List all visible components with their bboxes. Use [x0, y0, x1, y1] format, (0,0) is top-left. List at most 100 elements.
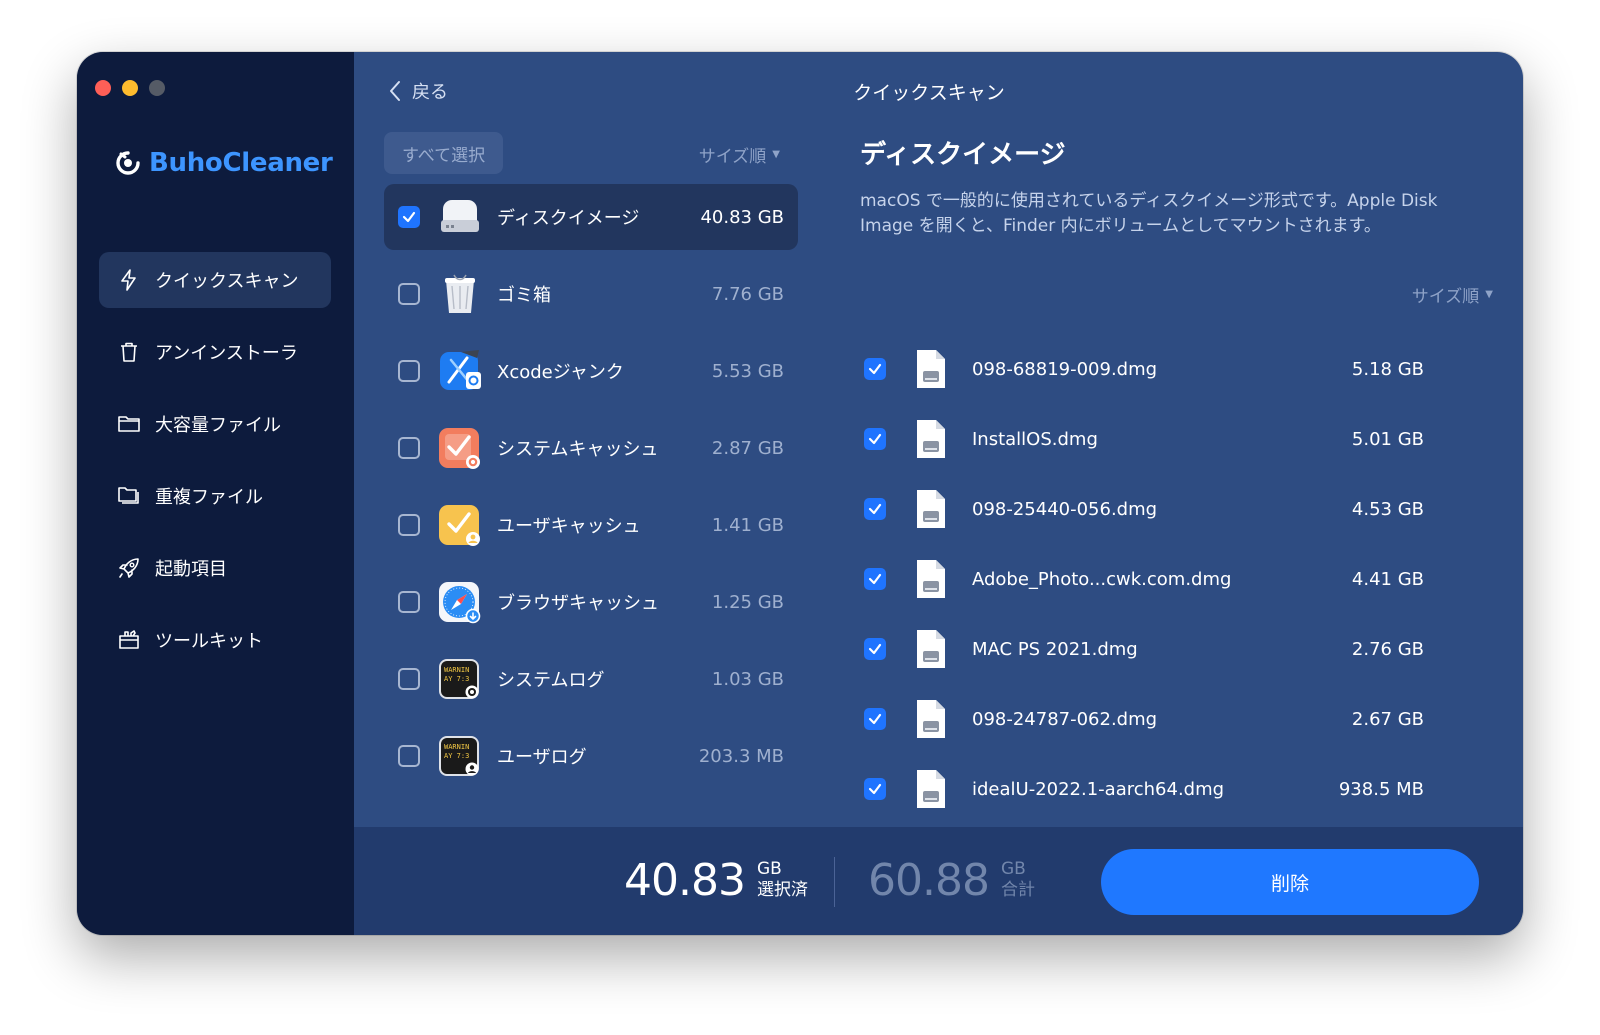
- sort-label: サイズ順: [1411, 287, 1480, 307]
- file-checkbox[interactable]: [864, 428, 886, 450]
- sidebar-item-uninstaller[interactable]: アンインストーラ: [99, 324, 331, 380]
- file-row[interactable]: 098-24787-062.dmg 2.67 GB: [860, 684, 1450, 754]
- rocket-icon: [119, 558, 139, 578]
- category-checkbox[interactable]: [398, 591, 420, 613]
- list-toolbar: すべて選択 サイズ順 ▼: [384, 132, 798, 176]
- file-size: 938.5 MB: [1338, 778, 1424, 800]
- file-list: 098-68819-009.dmg 5.18 GB InstallOS.dmg …: [860, 334, 1450, 824]
- category-size: 40.83 GB: [700, 206, 784, 228]
- category-size: 1.25 GB: [711, 591, 784, 613]
- dmg-file-icon: [914, 489, 948, 529]
- category-size: 7.76 GB: [711, 283, 784, 305]
- file-sort-dropdown[interactable]: サイズ順 ▼: [1412, 282, 1493, 307]
- sidebar-item-label: 重複ファイル: [155, 487, 263, 508]
- category-row-xcode-junk[interactable]: Xcodeジャンク 5.53 GB: [384, 338, 798, 404]
- category-row-system-log[interactable]: WARNIN AY 7:3 システムログ 1.03 GB: [384, 646, 798, 712]
- category-checkbox[interactable]: [398, 283, 420, 305]
- select-all-button[interactable]: すべて選択: [384, 132, 504, 174]
- duplicate-folder-icon: [118, 487, 139, 504]
- category-row-system-cache[interactable]: システムキャッシュ 2.87 GB: [384, 415, 798, 481]
- category-checkbox[interactable]: [398, 437, 420, 459]
- user-log-icon: WARNIN AY 7:3: [437, 733, 483, 779]
- sidebar-item-toolkit[interactable]: ツールキット: [99, 612, 331, 668]
- file-row[interactable]: 098-68819-009.dmg 5.18 GB: [860, 334, 1450, 404]
- chevron-left-icon: [390, 81, 400, 101]
- bottom-bar: 40.83 GB 選択済 60.88 GB 合計 削除: [354, 827, 1523, 935]
- file-size: 4.41 GB: [1351, 568, 1424, 590]
- app-logo: BuhoCleaner: [115, 148, 333, 178]
- category-checkbox[interactable]: [398, 360, 420, 382]
- zoom-window-button[interactable]: [149, 80, 165, 96]
- xcode-icon: [437, 348, 483, 394]
- browser-cache-icon: [437, 579, 483, 625]
- sidebar: BuhoCleaner クイックスキャン アンインストーラ 大容量ファイル 重複…: [77, 52, 354, 935]
- dmg-file-icon: [914, 559, 948, 599]
- category-row-user-cache[interactable]: ユーザキャッシュ 1.41 GB: [384, 492, 798, 558]
- back-button[interactable]: 戻る: [388, 78, 448, 104]
- dmg-file-icon: [914, 769, 948, 809]
- category-size: 2.87 GB: [711, 437, 784, 459]
- file-row[interactable]: Adobe_Photo...cwk.com.dmg 4.41 GB: [860, 544, 1450, 614]
- checkmark-icon: [868, 573, 882, 585]
- total-size-label: 合計: [1000, 880, 1035, 900]
- file-name: idealU-2022.1-aarch64.dmg: [972, 778, 1225, 800]
- sidebar-nav: クイックスキャン アンインストーラ 大容量ファイル 重複ファイル 起動項目 ツー…: [99, 252, 331, 684]
- svg-text:WARNIN: WARNIN: [444, 666, 469, 674]
- category-row-trash[interactable]: ゴミ箱 7.76 GB: [384, 261, 798, 327]
- category-checkbox[interactable]: [398, 514, 420, 536]
- chevron-down-icon: ▼: [772, 149, 780, 160]
- window-controls: [95, 80, 165, 96]
- category-size: 1.41 GB: [711, 514, 784, 536]
- file-size: 5.18 GB: [1351, 358, 1424, 380]
- close-window-button[interactable]: [95, 80, 111, 96]
- file-row[interactable]: MAC PS 2021.dmg 2.76 GB: [860, 614, 1450, 684]
- dmg-file-icon: [914, 699, 948, 739]
- file-name: 098-25440-056.dmg: [972, 498, 1158, 520]
- selected-size-value: 40.83: [624, 855, 746, 906]
- dmg-file-icon: [914, 419, 948, 459]
- category-checkbox[interactable]: [398, 206, 420, 228]
- file-row[interactable]: InstallOS.dmg 5.01 GB: [860, 404, 1450, 474]
- sort-label: サイズ順: [698, 147, 767, 167]
- folder-icon: [118, 416, 140, 432]
- system-log-icon: WARNIN AY 7:3: [437, 656, 483, 702]
- file-checkbox[interactable]: [864, 498, 886, 520]
- page-title: クイックスキャン: [853, 82, 1005, 104]
- category-row-user-log[interactable]: WARNIN AY 7:3 ユーザログ 203.3 MB: [384, 723, 798, 789]
- category-size: 5.53 GB: [711, 360, 784, 382]
- sidebar-item-label: アンインストーラ: [155, 343, 298, 364]
- minimize-window-button[interactable]: [122, 80, 138, 96]
- file-checkbox[interactable]: [864, 568, 886, 590]
- dmg-file-icon: [914, 629, 948, 669]
- category-sort-dropdown[interactable]: サイズ順 ▼: [699, 142, 780, 167]
- delete-button[interactable]: 削除: [1101, 849, 1479, 915]
- category-checkbox[interactable]: [398, 745, 420, 767]
- category-row-disk-image[interactable]: ディスクイメージ 40.83 GB: [384, 184, 798, 250]
- file-name: Adobe_Photo...cwk.com.dmg: [972, 568, 1232, 590]
- sidebar-item-duplicate-files[interactable]: 重複ファイル: [99, 468, 331, 524]
- file-checkbox[interactable]: [864, 358, 886, 380]
- top-bar: 戻る クイックスキャン: [354, 74, 1523, 110]
- system-cache-icon: [437, 425, 483, 471]
- file-row[interactable]: 098-25440-056.dmg 4.53 GB: [860, 474, 1450, 544]
- category-checkbox[interactable]: [398, 668, 420, 690]
- category-size: 203.3 MB: [698, 745, 784, 767]
- sidebar-item-startup-items[interactable]: 起動項目: [99, 540, 331, 596]
- checkmark-icon: [868, 363, 882, 375]
- sidebar-item-label: クイックスキャン: [155, 271, 299, 292]
- checkmark-icon: [868, 643, 882, 655]
- svg-text:AY 7:3: AY 7:3: [444, 675, 469, 683]
- file-name: MAC PS 2021.dmg: [972, 638, 1138, 660]
- app-name: BuhoCleaner: [149, 148, 333, 178]
- file-row[interactable]: idealU-2022.1-aarch64.dmg 938.5 MB: [860, 754, 1450, 824]
- toolkit-icon: [119, 630, 139, 649]
- checkmark-icon: [868, 783, 882, 795]
- file-checkbox[interactable]: [864, 778, 886, 800]
- file-checkbox[interactable]: [864, 638, 886, 660]
- sidebar-item-large-files[interactable]: 大容量ファイル: [99, 396, 331, 452]
- category-list: すべて選択 サイズ順 ▼ ディスクイメージ 40.83 GB ゴミ箱 7.76 …: [384, 132, 798, 800]
- detail-panel: ディスクイメージ macOS で一般的に使用されているディスクイメージ形式です。…: [860, 132, 1523, 808]
- sidebar-item-quick-scan[interactable]: クイックスキャン: [99, 252, 331, 308]
- file-checkbox[interactable]: [864, 708, 886, 730]
- category-row-browser-cache[interactable]: ブラウザキャッシュ 1.25 GB: [384, 569, 798, 635]
